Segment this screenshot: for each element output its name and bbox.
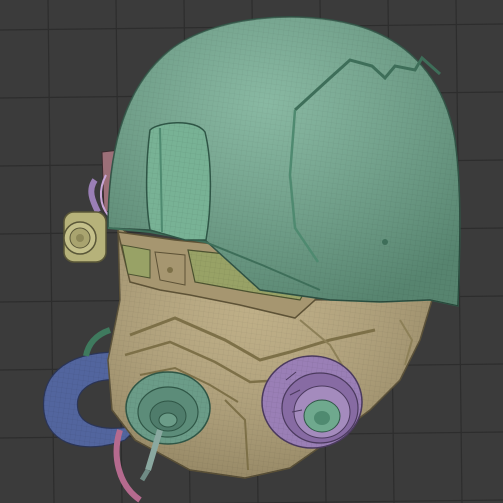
left-filter[interactable] bbox=[261, 355, 363, 449]
visor-brim[interactable] bbox=[145, 122, 212, 241]
3d-viewport[interactable] bbox=[0, 0, 503, 503]
side-light[interactable] bbox=[63, 174, 109, 263]
viewport-canvas bbox=[0, 0, 503, 503]
